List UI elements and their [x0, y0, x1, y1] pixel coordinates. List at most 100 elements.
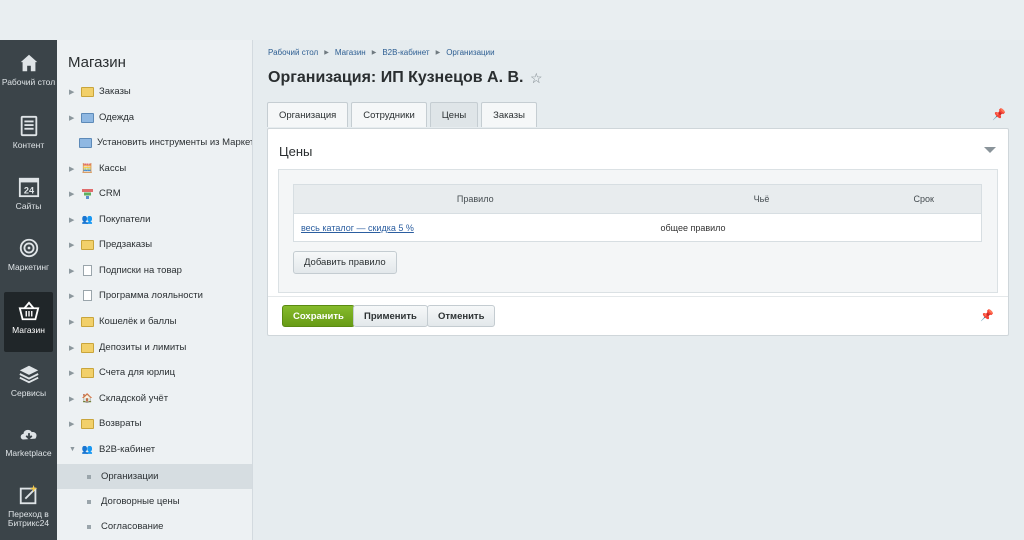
- breadcrumb-separator-icon: ▶: [324, 50, 329, 56]
- expand-arrow-icon[interactable]: ▶: [69, 114, 77, 122]
- tree-item-organizations[interactable]: Организации: [57, 464, 252, 489]
- tree-item-b2b-cabinet[interactable]: ▼ 👥 B2B-кабинет: [57, 437, 252, 462]
- sidebar-item-label: Переход в Битрикс24: [7, 509, 50, 528]
- sidebar-item-marketing[interactable]: Маркетинг: [0, 229, 57, 289]
- tree-item-warehouse[interactable]: ▶ 🏠 Складской учёт: [57, 386, 252, 411]
- apply-button[interactable]: Применить: [353, 305, 428, 327]
- collapse-toggle-icon[interactable]: [984, 147, 996, 153]
- document-icon: [83, 290, 92, 301]
- tab-employees[interactable]: Сотрудники: [351, 102, 427, 127]
- tree-item-orders[interactable]: ▶ Заказы: [57, 79, 252, 104]
- folder-icon: [81, 342, 94, 353]
- breadcrumb-item[interactable]: B2B-кабинет: [382, 48, 429, 57]
- tab-organization[interactable]: Организация: [267, 102, 349, 127]
- calendar-badge: 24: [23, 185, 34, 195]
- breadcrumb-item[interactable]: Организации: [446, 48, 494, 57]
- expand-arrow-icon[interactable]: ▶: [69, 318, 77, 326]
- tree-item-crm[interactable]: ▶ CRM: [57, 181, 252, 206]
- tree-item-wallet[interactable]: ▶ Кошелёк и баллы: [57, 309, 252, 334]
- tab-orders[interactable]: Заказы: [481, 102, 537, 127]
- funnel-icon: [81, 188, 94, 199]
- cloud-download-icon: [20, 429, 37, 440]
- users-icon: 👥: [81, 444, 94, 454]
- tree-item-clothes[interactable]: ▶ Одежда: [57, 105, 252, 130]
- add-rule-button[interactable]: Добавить правило: [293, 251, 397, 274]
- breadcrumb-item[interactable]: Рабочий стол: [268, 48, 318, 57]
- tree-item-cashboxes[interactable]: ▶ 🧮 Кассы: [57, 156, 252, 181]
- save-button[interactable]: Сохранить: [282, 305, 355, 327]
- rule-term: [867, 214, 982, 242]
- sidebar-item-sites[interactable]: 24 Сайты: [0, 168, 57, 228]
- expand-arrow-icon[interactable]: ▶: [69, 395, 77, 403]
- tree-item-deposits[interactable]: ▶ Депозиты и лимиты: [57, 335, 252, 360]
- tree-item-invoices[interactable]: ▶ Счета для юрлиц: [57, 360, 252, 385]
- expand-arrow-icon[interactable]: ▶: [69, 292, 77, 300]
- bullet-icon: [87, 499, 91, 504]
- cancel-button[interactable]: Отменить: [427, 305, 496, 327]
- sidebar-item-marketplace[interactable]: Marketplace: [0, 415, 57, 475]
- expand-arrow-icon[interactable]: ▶: [69, 216, 77, 224]
- pin-icon[interactable]: 📌: [992, 108, 1006, 121]
- sidebar-item-content[interactable]: Контент: [0, 107, 57, 167]
- tree-item-label: Договорные цены: [101, 496, 180, 507]
- expand-arrow-icon[interactable]: ▶: [69, 267, 77, 275]
- tree-item-label: Установить инструменты из Маркетплейс: [97, 137, 252, 148]
- folder-icon: [81, 418, 94, 429]
- tree-item-approval[interactable]: Согласование: [57, 514, 252, 539]
- tree-item-preorders[interactable]: ▶ Предзаказы: [57, 232, 252, 257]
- sidebar-item-label: Сервисы: [10, 388, 47, 398]
- breadcrumb-separator-icon: ▶: [435, 50, 441, 56]
- breadcrumb-item[interactable]: Магазин: [335, 48, 366, 57]
- tree-item-loyalty[interactable]: ▶ Программа лояльности: [57, 283, 252, 308]
- rule-link[interactable]: весь каталог — скидка 5 %: [301, 223, 414, 233]
- tree-item-label: Кошелёк и баллы: [99, 316, 177, 327]
- folder-icon: [81, 112, 94, 123]
- sidebar-item-services[interactable]: Сервисы: [0, 355, 57, 415]
- sidebar-item-label: Контент: [12, 140, 45, 150]
- tree-item-returns[interactable]: ▶ Возвраты: [57, 411, 252, 436]
- tree-item-label: Заказы: [99, 86, 131, 97]
- expand-arrow-icon[interactable]: ▶: [69, 190, 77, 198]
- pin-icon[interactable]: 📌: [980, 309, 994, 322]
- shop-tree-panel: Магазин ▶ Заказы ▶ Одежда Установить инстр…: [57, 40, 253, 540]
- table-row: весь каталог — скидка 5 % общее правило: [294, 214, 982, 242]
- tree-item-contract-prices[interactable]: Договорные цены: [57, 489, 252, 514]
- tree-item-label: Согласование: [101, 521, 164, 532]
- tree-item-subscriptions[interactable]: ▶ Подписки на товар: [57, 258, 252, 283]
- tree-item-label: Кассы: [99, 163, 127, 174]
- sidebar-item-bitrix24[interactable]: Переход в Битрикс24: [0, 476, 57, 536]
- tree-item-label: B2B-кабинет: [99, 444, 156, 455]
- folder-icon: [79, 137, 92, 148]
- tree-item-label: Организации: [101, 471, 159, 482]
- tree-item-label: Предзаказы: [99, 239, 153, 250]
- column-header-term: Срок: [866, 184, 982, 214]
- sidebar-item-label: Маркетинг: [7, 262, 50, 272]
- tree-item-marketplace-tools[interactable]: Установить инструменты из Маркетплейс: [57, 130, 252, 155]
- top-strip: [0, 0, 1024, 40]
- sidebar-item-desktop[interactable]: Рабочий стол: [0, 44, 57, 104]
- expand-arrow-icon[interactable]: ▶: [69, 369, 77, 377]
- expand-arrow-icon[interactable]: ▶: [69, 344, 77, 352]
- tree-item-customers[interactable]: ▶ 👥 Покупатели: [57, 207, 252, 232]
- tree-item-label: Возвраты: [99, 418, 142, 429]
- expand-arrow-icon[interactable]: ▶: [69, 88, 77, 96]
- rules-section: Правило Чьё Срок весь каталог — скидка 5…: [278, 169, 998, 293]
- expand-arrow-icon[interactable]: ▶: [69, 165, 77, 173]
- expand-arrow-icon[interactable]: ▶: [69, 420, 77, 428]
- bitrix24-icon: [19, 484, 37, 505]
- warehouse-icon: 🏠: [81, 393, 94, 403]
- target-icon: [19, 238, 38, 258]
- expand-arrow-icon[interactable]: ▶: [69, 241, 77, 249]
- collapse-arrow-icon[interactable]: ▼: [69, 446, 77, 453]
- sidebar-item-shop[interactable]: Магазин: [4, 292, 53, 352]
- page-title: Организация: ИП Кузнецов А. В.: [268, 69, 524, 86]
- bullet-icon: [87, 524, 91, 529]
- breadcrumb-separator-icon: ▶: [371, 50, 377, 56]
- tree-item-label: CRM: [99, 188, 121, 199]
- star-icon[interactable]: ☆: [530, 70, 543, 87]
- sidebar-item-label: Marketplace: [5, 448, 52, 458]
- sidebar-item-label: Рабочий стол: [1, 77, 56, 87]
- basket-icon: [18, 301, 39, 321]
- tab-prices[interactable]: Цены: [429, 102, 479, 127]
- panel-title: Цены: [279, 144, 313, 159]
